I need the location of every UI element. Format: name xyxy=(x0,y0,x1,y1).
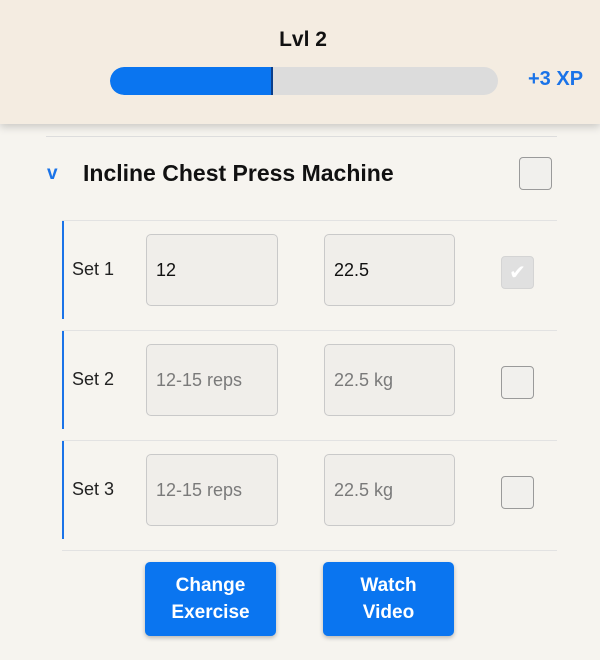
exercise-complete-checkbox[interactable] xyxy=(519,157,552,190)
reps-input[interactable] xyxy=(146,454,278,526)
weight-input[interactable] xyxy=(324,234,455,306)
set-accent-bar xyxy=(62,331,64,429)
set-done-checkbox[interactable]: ✔ xyxy=(501,256,534,289)
set-done-checkbox[interactable] xyxy=(501,476,534,509)
divider xyxy=(46,136,557,137)
set-accent-bar xyxy=(62,221,64,319)
watch-video-button[interactable]: Watch Video xyxy=(323,562,454,636)
check-icon: ✔ xyxy=(509,261,526,284)
change-exercise-button[interactable]: Change Exercise xyxy=(145,562,276,636)
watch-video-label: Watch Video xyxy=(360,575,417,623)
level-label: Lvl 2 xyxy=(279,28,327,51)
level-header: Lvl 2 +3 XP xyxy=(0,0,600,124)
set-accent-bar xyxy=(62,441,64,539)
xp-progress-bar xyxy=(110,67,498,95)
xp-progress-fill xyxy=(110,67,273,95)
divider xyxy=(62,550,557,551)
set-done-checkbox[interactable] xyxy=(501,366,534,399)
weight-input[interactable] xyxy=(324,454,455,526)
set-label: Set 3 xyxy=(72,479,115,499)
reps-input[interactable] xyxy=(146,344,278,416)
weight-input[interactable] xyxy=(324,344,455,416)
xp-gain-label: +3 XP xyxy=(528,68,584,90)
set-label: Set 1 xyxy=(72,259,115,279)
set-label: Set 2 xyxy=(72,369,115,389)
collapse-chevron-icon[interactable]: v xyxy=(47,163,58,185)
set-row-2: Set 2 xyxy=(62,331,557,441)
change-exercise-label: Change Exercise xyxy=(171,575,250,623)
exercise-title: Incline Chest Press Machine xyxy=(83,160,394,186)
reps-input[interactable] xyxy=(146,234,278,306)
set-row-3: Set 3 xyxy=(62,441,557,551)
set-row-1: Set 1 ✔ xyxy=(62,221,557,331)
